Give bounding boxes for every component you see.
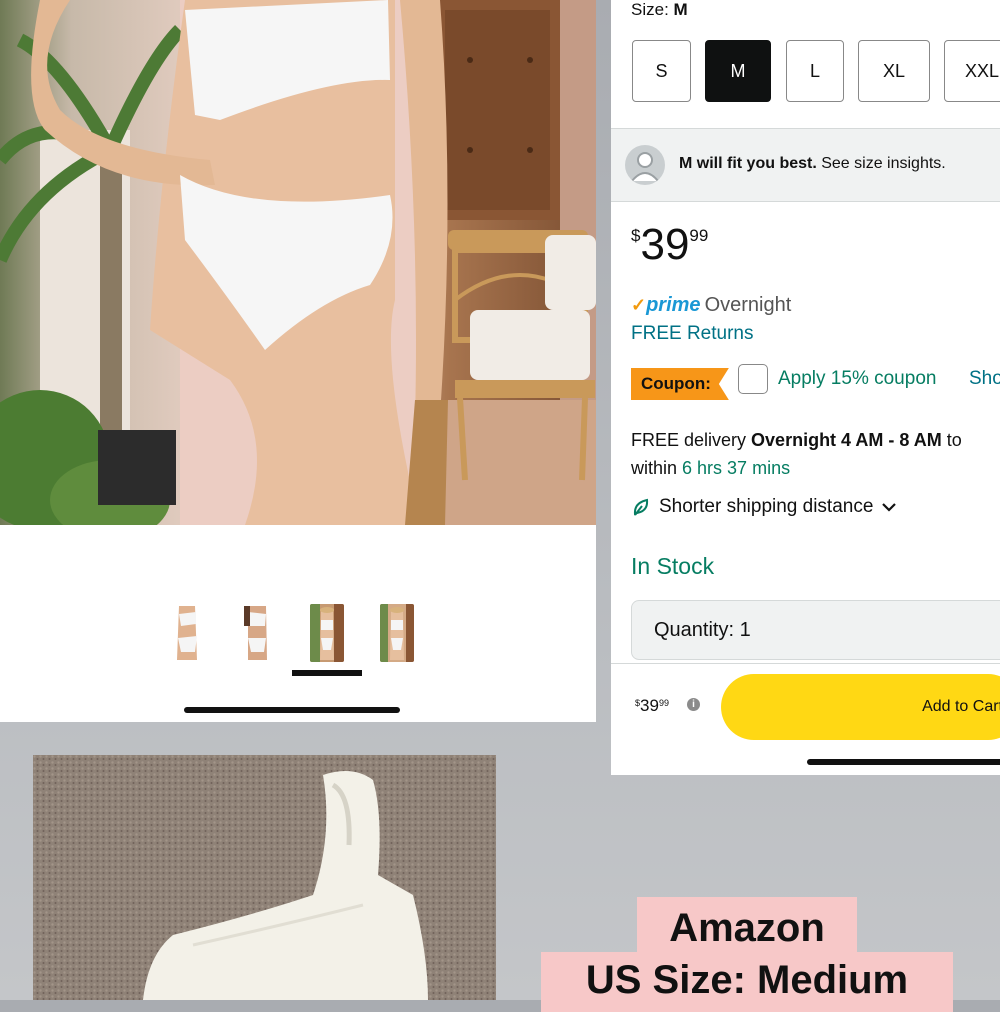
carpet-swimsuit-illustration <box>33 755 496 1000</box>
prime-badge: ✓ prime Overnight <box>631 294 791 317</box>
thumbnail-1[interactable] <box>170 604 204 662</box>
quantity-selector[interactable]: Quantity: 1 <box>631 600 1000 660</box>
size-option-label: XL <box>882 60 906 81</box>
bar-price: $ 39 99 <box>635 696 669 716</box>
delivery-countdown: 6 hrs 37 mins <box>682 458 791 478</box>
shipping-distance-label: Shorter shipping distance <box>659 496 874 517</box>
delivery-prefix: FREE delivery <box>631 430 752 450</box>
hero-photo-illustration <box>0 0 596 525</box>
free-returns-link[interactable]: FREE Returns <box>631 323 753 345</box>
size-fit-recommendation[interactable]: M will fit you best. See size insights. <box>611 128 1000 202</box>
quantity-value: 1 <box>739 619 751 641</box>
price-fraction: 99 <box>689 226 709 245</box>
product-details-card: Size: M S M L XL XXL M will fit you best… <box>611 0 1000 775</box>
prime-delivery-speed: Overnight <box>704 294 792 316</box>
caption-store: Amazon <box>637 897 857 959</box>
size-value: M <box>673 0 688 19</box>
price-symbol: $ <box>631 226 641 245</box>
size-option-xl[interactable]: XL <box>858 40 930 102</box>
add-to-cart-button[interactable]: Add to Cart <box>721 674 1000 740</box>
info-icon[interactable]: i <box>687 698 700 711</box>
selected-thumbnail-indicator <box>292 670 362 676</box>
shop-items-link[interactable]: Sho <box>969 368 1000 390</box>
chevron-down-icon <box>881 499 897 515</box>
delivery-window: Overnight 4 AM - 8 AM <box>751 430 942 450</box>
real-product-photo <box>33 755 496 1000</box>
delivery-within: within <box>631 458 683 478</box>
size-insights-link[interactable]: See size insights. <box>821 155 946 172</box>
delivery-suffix: to <box>941 430 962 450</box>
avatar <box>625 145 665 185</box>
thumbnail-2[interactable] <box>240 604 274 662</box>
delivery-info: FREE delivery Overnight 4 AM - 8 AM to w… <box>631 426 962 482</box>
size-option-label: M <box>730 60 746 81</box>
thumbnail-4[interactable] <box>380 604 414 662</box>
sticky-buy-bar: $ 39 99 i Add to Cart <box>611 663 1000 775</box>
home-indicator-bar <box>184 707 400 713</box>
size-option-label: L <box>809 60 820 81</box>
thumbnail-3[interactable] <box>310 604 344 662</box>
size-option-label: S <box>655 60 668 81</box>
size-option-xxl[interactable]: XXL <box>944 40 1000 102</box>
size-option-s[interactable]: S <box>632 40 691 102</box>
bar-price-fraction: 99 <box>658 698 669 708</box>
thumbnail-strip <box>170 604 414 662</box>
size-option-label: XXL <box>965 60 1000 81</box>
prime-check-icon: ✓ <box>631 295 647 315</box>
product-hero-image[interactable] <box>0 0 596 525</box>
stock-status: In Stock <box>631 553 715 579</box>
fit-message: M will fit you best. See size insights. <box>679 155 946 173</box>
apply-coupon-checkbox[interactable] <box>738 364 768 394</box>
prime-logo: prime <box>646 294 701 316</box>
price: $ 39 99 <box>631 220 708 270</box>
quantity-text: Quantity: 1 <box>654 619 751 642</box>
coupon-badge: Coupon: <box>631 368 729 400</box>
size-option-l[interactable]: L <box>786 40 844 102</box>
apply-coupon-text[interactable]: Apply 15% coupon <box>778 368 936 390</box>
leaf-icon <box>631 497 651 517</box>
price-whole: 39 <box>640 220 690 269</box>
product-gallery-card <box>0 0 596 722</box>
fit-bold-text: M will fit you best. <box>679 155 817 172</box>
shipping-distance-toggle[interactable]: Shorter shipping distance <box>631 496 897 518</box>
quantity-label: Quantity: <box>654 619 735 641</box>
add-to-cart-label: Add to Cart <box>922 698 1000 715</box>
size-heading: Size: M <box>631 0 688 20</box>
caption-size: US Size: Medium <box>541 952 953 1012</box>
home-indicator-bar <box>807 759 1000 765</box>
size-label: Size: <box>631 0 669 19</box>
bar-price-whole: 39 <box>640 696 659 715</box>
size-option-m[interactable]: M <box>705 40 771 102</box>
